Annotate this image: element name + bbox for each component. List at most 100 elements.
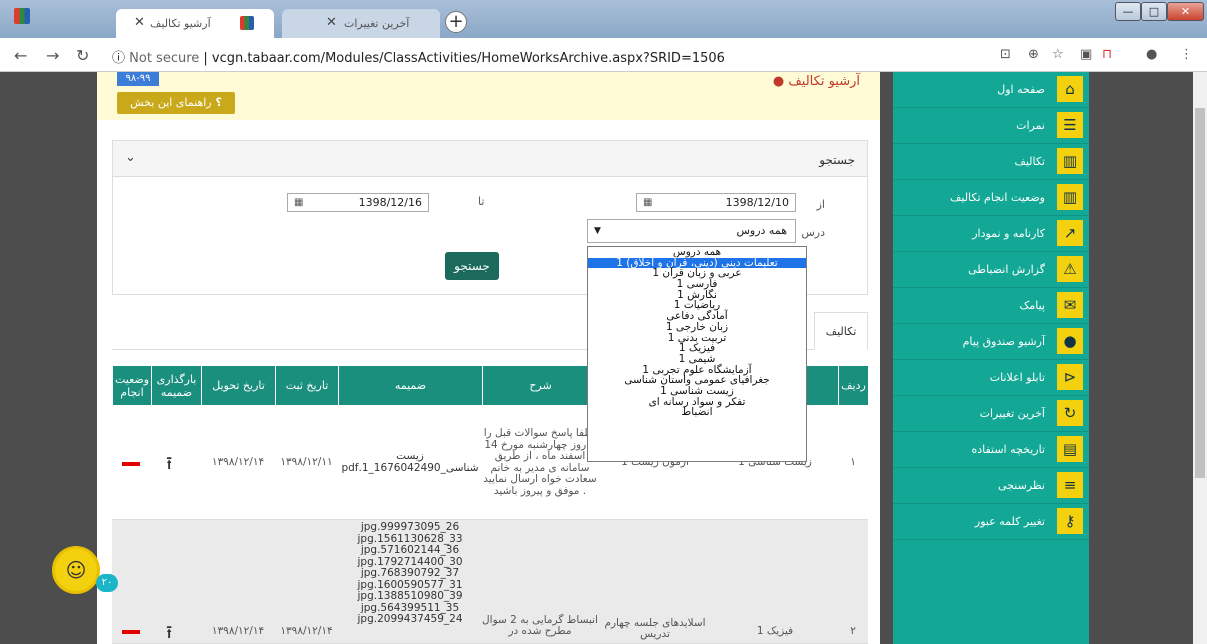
translate-icon[interactable]: ⊡: [1000, 47, 1011, 62]
new-tab-icon[interactable]: +: [445, 11, 467, 33]
list-numbered-icon: ☰: [1057, 112, 1083, 138]
year-badge[interactable]: ۹۸-۹۹: [117, 72, 159, 86]
maximize-icon[interactable]: □: [1141, 2, 1167, 21]
sidebar-item[interactable]: ● آرشیو صندوق پیام: [893, 324, 1089, 360]
url-field[interactable]: ⓘ Not secure | vcgn.tabaar.com/Modules/C…: [112, 47, 725, 66]
course-dropdown-list[interactable]: همه دروس تعلیمات دینی (دینی، قرآن و اخلاق…: [587, 246, 807, 462]
back-icon[interactable]: ←: [14, 46, 27, 65]
tab-latest-changes[interactable]: آخرین تغییرات ✕: [282, 9, 440, 38]
sidebar-item-label: وضعیت انجام تکالیف: [950, 191, 1045, 204]
minimize-icon[interactable]: —: [1115, 2, 1141, 21]
col-reg-date: تاریخ ثبت: [275, 366, 338, 405]
tab-homework[interactable]: تکالیف: [814, 312, 868, 350]
attachment-link[interactable]: jpg.1388510980_39: [358, 590, 463, 603]
row-title: اسلایدهای جلسه چهارم تدریس: [604, 616, 706, 640]
sidebar-item-label: تاریخچه استفاده: [971, 443, 1045, 456]
book-open-icon: ▥: [1057, 184, 1083, 210]
sidebar-item[interactable]: ≡ نظرسنجی: [893, 468, 1089, 504]
extension-icon[interactable]: ▣: [1080, 47, 1092, 62]
sidebar-item-label: آخرین تغییرات: [979, 407, 1045, 420]
page-content: آرشیو تکالیف ● ۹۸-۹۹ ؟ راهنمای این بخش ج…: [0, 72, 1193, 644]
info-icon[interactable]: ⓘ: [112, 51, 129, 66]
dropdown-option[interactable]: شیمی 1: [588, 354, 806, 365]
sidebar-item[interactable]: ☰ نمرات: [893, 108, 1089, 144]
close-icon[interactable]: ✕: [326, 15, 337, 30]
close-icon[interactable]: ✕: [134, 15, 145, 30]
search-panel-title: جستجو: [819, 153, 855, 167]
col-attachment: ضمیمه: [338, 366, 482, 405]
reload-icon[interactable]: ↻: [76, 46, 89, 65]
to-date-field[interactable]: ▦ 1398/12/16: [287, 193, 429, 212]
dropdown-option[interactable]: انضباط: [588, 407, 806, 418]
dropdown-option[interactable]: زبان خارجی 1: [588, 322, 806, 333]
sidebar-item[interactable]: ▤ تاریخچه استفاده: [893, 432, 1089, 468]
from-label: از: [816, 198, 825, 211]
sidebar-item-label: صفحه اول: [997, 83, 1045, 96]
attachment-link[interactable]: jpg.571602144_36: [361, 544, 459, 557]
sidebar-item[interactable]: ⌂ صفحه اول: [893, 72, 1089, 108]
url-text: vcgn.tabaar.com/Modules/ClassActivities/…: [211, 51, 725, 66]
chat-icon[interactable]: ☺: [52, 546, 100, 594]
attachment-link[interactable]: jpg.768390792_37: [361, 567, 459, 580]
search-panel-header[interactable]: جستجو ⌄: [113, 141, 867, 177]
upload-icon[interactable]: ⭱: [166, 620, 172, 644]
course-label: درس: [801, 226, 825, 239]
key-icon: ⚷: [1057, 508, 1083, 534]
chevron-down-icon[interactable]: ⌄: [125, 150, 136, 165]
status-not-done-icon: [122, 462, 140, 466]
chart-icon: ↗: [1057, 220, 1083, 246]
sidebar-item[interactable]: ⊳ تابلو اعلانات: [893, 360, 1089, 396]
to-label: تا: [478, 195, 485, 208]
sidebar-item[interactable]: ⚠ گزارش انضباطی: [893, 252, 1089, 288]
sidebar-item[interactable]: ▥ وضعیت انجام تکالیف: [893, 180, 1089, 216]
scrollbar[interactable]: [1193, 72, 1207, 644]
address-bar: ← → ↻ ⓘ Not secure | vcgn.tabaar.com/Mod…: [0, 38, 1207, 72]
refresh-icon: ↻: [1057, 400, 1083, 426]
sidebar-item[interactable]: ↗ کارنامه و نمودار: [893, 216, 1089, 252]
attachment-link[interactable]: زیست شناسی_1676042490_1.pdf: [338, 405, 482, 520]
envelope-icon: ✉: [1057, 292, 1083, 318]
col-row: ردیف: [838, 366, 868, 405]
row-course: فیزیک 1: [756, 625, 794, 638]
menu-icon[interactable]: ⋮: [1180, 47, 1193, 62]
calendar-icon[interactable]: ▦: [643, 194, 652, 211]
sidebar-item-label: نمرات: [1016, 119, 1045, 132]
bookmark-star-icon[interactable]: ☆: [1052, 47, 1064, 62]
scrollbar-thumb[interactable]: [1195, 108, 1205, 478]
col-upload: بارگذاری ضمیمه: [151, 366, 201, 405]
attachment-link[interactable]: jpg.2099437459_24: [358, 613, 463, 626]
window-close-icon[interactable]: ✕: [1167, 2, 1204, 21]
archive-icon: ▤: [1057, 436, 1083, 462]
forward-icon[interactable]: →: [46, 46, 59, 65]
sidebar-item[interactable]: ⚷ تغییر کلمه عبور: [893, 504, 1089, 540]
dropdown-arrow-icon[interactable]: ▼: [594, 220, 601, 242]
search-button[interactable]: جستجو: [445, 252, 499, 280]
row-description: انبساط گرمایی به 2 سوال مطرح شده در: [482, 613, 598, 637]
sidebar-item-label: تغییر کلمه عبور: [974, 515, 1045, 528]
tab-label: آخرین تغییرات: [344, 17, 410, 30]
home-icon: ⌂: [1057, 76, 1083, 102]
calendar-icon[interactable]: ▦: [294, 194, 303, 211]
sidebar-item[interactable]: ↻ آخرین تغییرات: [893, 396, 1089, 432]
sidebar-item[interactable]: ✉ پیامک: [893, 288, 1089, 324]
profile-icon[interactable]: ●: [1146, 47, 1157, 62]
help-button[interactable]: ؟ راهنمای این بخش: [117, 92, 235, 114]
table-row[interactable]: ۲ فیزیک 1 اسلایدهای جلسه چهارم تدریس انب…: [112, 520, 868, 644]
zoom-icon[interactable]: ⊕: [1028, 47, 1039, 62]
sidebar-item-label: نظرسنجی: [998, 479, 1045, 492]
sidebar-item-label: کارنامه و نمودار: [972, 227, 1045, 240]
tab-homework-archive[interactable]: آرشیو تکالیف ✕: [116, 9, 274, 38]
from-date-field[interactable]: ▦ 1398/12/10: [636, 193, 796, 212]
app-icon: [14, 8, 30, 24]
course-select[interactable]: همه دروس ▼: [587, 219, 796, 243]
attachment-link[interactable]: jpg.999973095_26: [361, 521, 459, 534]
sidebar-item-label: تکالیف: [1014, 155, 1045, 168]
sidebar-item-label: آرشیو صندوق پیام: [962, 335, 1045, 348]
row-due-date: ۱۳۹۸/۱۲/۱۴: [211, 625, 265, 638]
chat-badge: ۲۰: [96, 574, 118, 592]
sidebar-item[interactable]: ▥ تکالیف: [893, 144, 1089, 180]
upload-icon[interactable]: ⭱: [166, 451, 172, 481]
chat-icon: ●: [1057, 328, 1083, 354]
extension-icon[interactable]: ⊓: [1102, 47, 1112, 62]
book-icon: ▥: [1057, 148, 1083, 174]
